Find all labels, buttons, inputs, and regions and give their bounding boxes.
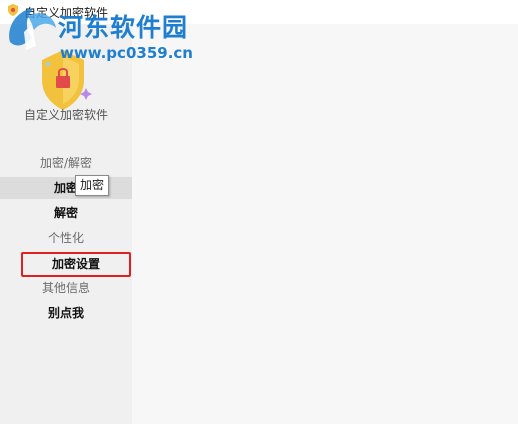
watermark-url: www.pc0359.cn — [60, 44, 193, 62]
nav-item-decrypt[interactable]: 解密 — [0, 202, 132, 224]
watermark-site-name: 河东软件园 — [58, 13, 189, 42]
nav-item-dont-click[interactable]: 别点我 — [0, 302, 132, 324]
nav-group-other-info[interactable]: 其他信息 — [0, 277, 132, 299]
tooltip: 加密 — [75, 175, 110, 196]
nav-group-personalize[interactable]: 个性化 — [0, 227, 132, 249]
nav-group-encrypt-decrypt[interactable]: 加密/解密 — [0, 152, 132, 174]
sidebar: 自定义加密软件 加密/解密 加密 解密 个性化 加密设置 其他信息 别点我 — [0, 24, 132, 424]
main-content-area — [132, 24, 518, 424]
app-name-label: 自定义加密软件 — [23, 108, 108, 122]
nav-item-encrypt-settings[interactable]: 加密设置 — [21, 252, 131, 277]
watermark-logo-icon — [9, 8, 56, 50]
nav-item-encrypt[interactable]: 加密 — [0, 177, 132, 199]
